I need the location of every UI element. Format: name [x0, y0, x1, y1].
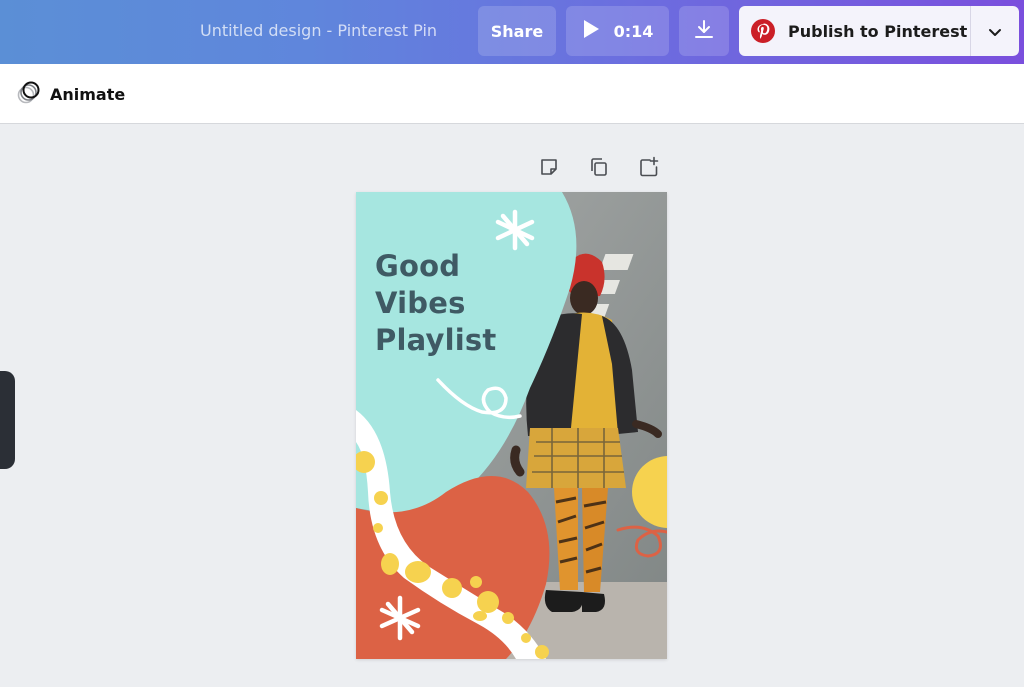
play-icon: [582, 19, 600, 43]
add-note-button[interactable]: [536, 156, 562, 182]
page-tools: [536, 156, 666, 182]
chevron-down-icon: [988, 22, 1002, 41]
publish-to-pinterest-button[interactable]: Publish to Pinterest: [739, 6, 970, 56]
publish-label: Publish to Pinterest: [788, 21, 968, 41]
animate-label: Animate: [50, 84, 126, 104]
animate-button[interactable]: Animate: [16, 80, 125, 108]
top-header-bar: Untitled design - Pinterest Pin Share 0:…: [0, 0, 1024, 64]
editor-toolbar: Animate: [0, 64, 1024, 124]
animate-circles-icon: [16, 79, 42, 109]
duplicate-page-icon: [588, 156, 610, 182]
side-panel-toggle[interactable]: [0, 371, 15, 469]
document-title[interactable]: Untitled design - Pinterest Pin: [200, 21, 437, 40]
pinterest-logo-icon: [751, 19, 775, 43]
play-button[interactable]: 0:14: [566, 6, 669, 56]
publish-options-dropdown[interactable]: [971, 6, 1019, 56]
design-page-canvas[interactable]: Good Vibes Playlist: [356, 192, 667, 659]
download-button[interactable]: [679, 6, 729, 56]
download-icon: [693, 18, 715, 44]
add-note-icon: [538, 156, 560, 182]
share-button[interactable]: Share: [478, 6, 556, 56]
duplicate-page-button[interactable]: [586, 156, 612, 182]
add-page-icon: [638, 156, 660, 182]
headline-text[interactable]: Good Vibes Playlist: [375, 248, 555, 359]
publish-to-pinterest-group: Publish to Pinterest: [739, 6, 1019, 56]
headline-line-1: Good: [375, 249, 461, 283]
add-page-button[interactable]: [636, 156, 662, 182]
headline-line-3: Playlist: [375, 323, 497, 357]
headline-line-2: Vibes: [375, 286, 466, 320]
play-duration: 0:14: [613, 21, 654, 41]
